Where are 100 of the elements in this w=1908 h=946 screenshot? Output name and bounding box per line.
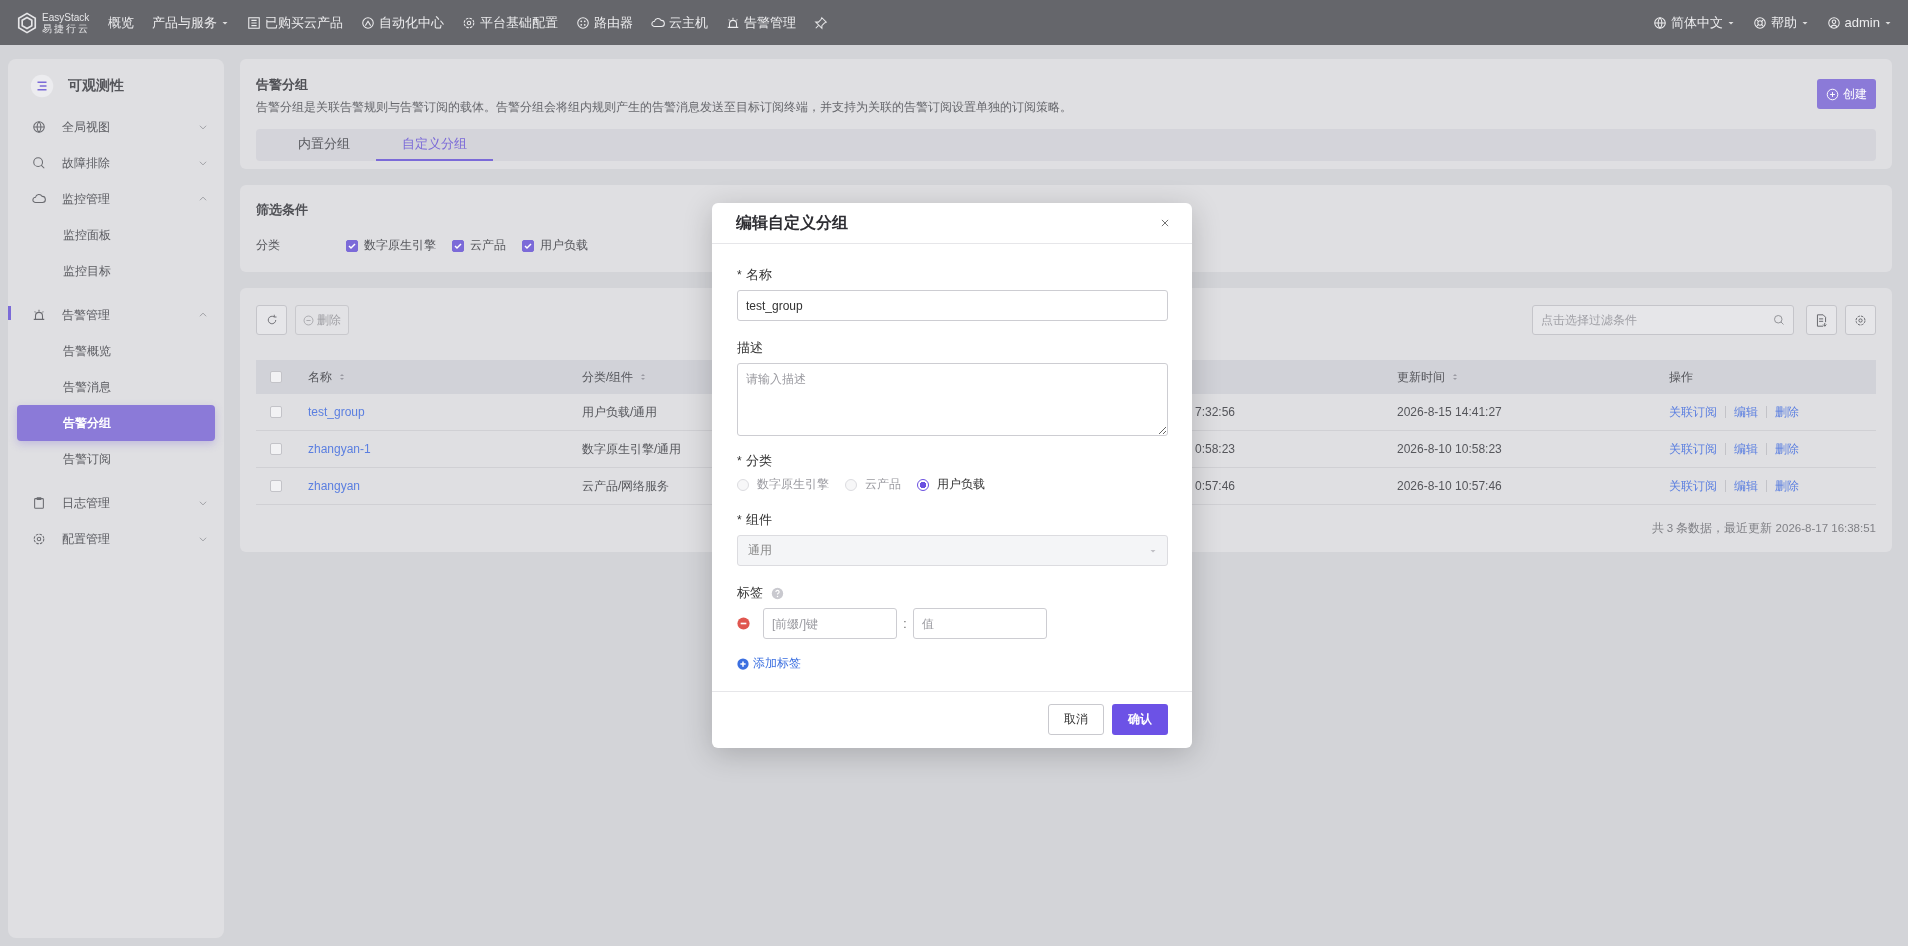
search-icon [32,156,46,170]
radio-button[interactable] [917,478,929,491]
create-button[interactable]: 创建 [1817,79,1876,109]
action-link[interactable]: 编辑 [1734,477,1758,495]
nav-link[interactable]: 告警管理 [726,13,796,32]
action-link[interactable]: 关联订阅 [1669,403,1717,421]
clipboard-icon [32,496,46,510]
sidebar-subitem[interactable]: 监控目标 [17,253,215,289]
checkbox-label: 数字原生引擎 [364,237,436,254]
nav-link[interactable]: 帮助 [1752,13,1809,32]
sidebar-item[interactable]: 故障排除 [8,145,224,181]
column-header[interactable]: 名称 [308,368,332,386]
export-button[interactable] [1806,305,1837,335]
nav-link[interactable]: admin [1826,15,1892,30]
sidebar-subitem[interactable]: 告警订阅 [17,441,215,477]
remove-button[interactable] [737,617,750,630]
nav-link[interactable]: 产品与服务 [152,13,229,32]
logo-subtitle: 易捷行云 [42,22,90,34]
close-icon [1160,218,1170,228]
name-input[interactable]: test_group [737,290,1168,321]
checkbox[interactable] [270,443,282,455]
column-header[interactable]: 分类/组件 [582,368,634,386]
checkbox[interactable] [270,371,282,383]
checkbox-label: 用户负载 [540,237,588,254]
field-label: 描述 [737,339,763,357]
nav-link[interactable]: 概览 [108,13,134,32]
active-indicator [8,306,11,320]
sidebar-title: 可观测性 [68,77,124,95]
search-icon [1773,314,1785,326]
sidebar-subitem[interactable]: 告警分组 [17,405,215,441]
help-icon [771,586,784,600]
nav-link[interactable]: 已购买云产品 [247,13,343,32]
radio-label: 数字原生引擎 [757,476,829,493]
add-tag-link[interactable]: 添加标签 [737,655,801,672]
checkbox[interactable] [522,239,534,252]
sidebar-item[interactable]: 监控管理 [8,181,224,217]
action-link[interactable]: 编辑 [1734,403,1758,421]
component-select[interactable]: 通用 [737,535,1168,566]
checkbox-label: 云产品 [470,237,506,254]
action-link[interactable]: 编辑 [1734,440,1758,458]
settings-icon [1854,313,1867,327]
alarm-icon [32,308,46,322]
refresh-button[interactable] [256,305,287,335]
settings-button[interactable] [1845,305,1876,335]
field-label: 分类 [745,452,772,470]
radio-label: 云产品 [865,476,901,493]
sidebar-subitem[interactable]: 监控面板 [17,217,215,253]
logo[interactable]: EasyStack 易捷行云 [16,11,90,34]
list-icon [247,15,261,30]
name-link[interactable]: test_group [308,405,365,419]
pin-icon [814,15,828,30]
sort-icon [1451,372,1459,382]
tag-key-input[interactable]: [前缀/]键 [763,608,897,639]
name-link[interactable]: zhangyan [308,479,361,493]
circle-icon [361,15,375,30]
column-header[interactable]: 更新时间 [1397,368,1445,386]
sidebar-item[interactable]: 配置管理 [8,521,224,557]
sidebar-item[interactable]: 日志管理 [8,485,224,521]
close-button[interactable] [1160,218,1170,228]
name-link[interactable]: zhangyan-1 [308,442,371,456]
confirm-button[interactable]: 确认 [1112,703,1168,735]
tab[interactable]: 自定义分组 [376,129,493,161]
field-label: 标签 [737,584,763,602]
action-link[interactable]: 删除 [1775,440,1799,458]
nav-link[interactable]: 自动化中心 [361,13,444,32]
cancel-button[interactable]: 取消 [1048,703,1104,735]
table-cell: 2026-8-10 10:57:46 [1397,479,1502,493]
table-cell: 用户负载/通用 [582,403,658,421]
sidebar-item[interactable]: 全局视图 [8,109,224,145]
description-textarea[interactable]: 请输入描述 [737,363,1168,436]
tab[interactable]: 内置分组 [272,129,376,161]
sidebar-subitem[interactable]: 告警概览 [17,333,215,369]
alarm-icon [726,15,740,30]
globe-icon [1652,15,1667,30]
checkbox[interactable] [452,239,464,252]
menu-icon [30,74,54,98]
nav-link[interactable]: 简体中文 [1652,13,1735,32]
help-icon [1752,15,1767,30]
required-asterisk: * [737,268,742,282]
search-field[interactable]: 点击选择过滤条件 [1532,305,1794,335]
action-link[interactable]: 删除 [1775,477,1799,495]
action-link[interactable]: 关联订阅 [1669,477,1717,495]
sidebar-subitem[interactable]: 告警消息 [17,369,215,405]
nav-link[interactable]: 云主机 [651,13,708,32]
tag-value-input[interactable]: 值 [913,608,1047,639]
sidebar-item[interactable]: 告警管理 [8,297,224,333]
action-link[interactable]: 删除 [1775,403,1799,421]
user-icon [1826,15,1841,30]
minus-circle-icon [303,314,314,326]
field-label: 组件 [745,511,772,529]
radio-label: 用户负载 [937,476,985,493]
checkbox[interactable] [270,480,282,492]
filter-title: 筛选条件 [256,201,309,219]
action-link[interactable]: 关联订阅 [1669,440,1717,458]
checkbox[interactable] [270,406,282,418]
nav-link[interactable]: 路由器 [576,13,633,32]
checkbox[interactable] [346,239,358,252]
column-header[interactable]: 操作 [1669,368,1693,386]
globe-icon [32,120,46,134]
nav-link[interactable]: 平台基础配置 [462,13,558,32]
